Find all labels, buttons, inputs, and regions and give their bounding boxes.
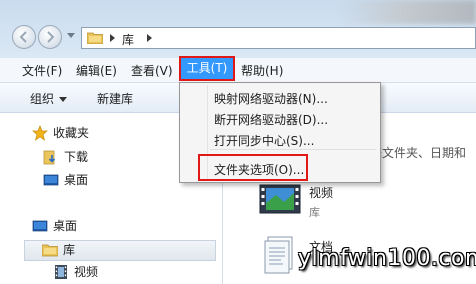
film-strip-icon (55, 265, 67, 279)
menu-item-open-sync-center[interactable]: 打开同步中心(S)... (214, 132, 314, 149)
menu-edit[interactable]: 编辑(E) (76, 62, 117, 79)
desktop-icon (43, 174, 59, 186)
menu-file[interactable]: 文件(F) (22, 62, 62, 79)
nav-libraries-label: 库 (63, 243, 76, 257)
back-button[interactable] (12, 25, 36, 49)
documents-library-icon[interactable] (262, 235, 298, 275)
downloads-folder-icon (43, 150, 56, 165)
recent-pages-dropdown[interactable] (67, 33, 75, 38)
menu-tools[interactable]: 工具(T) (179, 56, 235, 81)
breadcrumb-separator-icon[interactable] (110, 34, 115, 42)
forward-arrow-icon (47, 31, 55, 43)
breadcrumb-expand-icon[interactable] (147, 34, 152, 42)
nav-favorites-label: 收藏夹 (53, 126, 90, 140)
library-folder-icon (87, 32, 103, 44)
nav-videos-label: 视频 (74, 265, 99, 279)
menu-bar: 文件(F) 编辑(E) 查看(V) 帮助(H) (0, 58, 476, 83)
video-library-name[interactable]: 视频 (309, 184, 333, 201)
nav-downloads-label: 下载 (64, 150, 89, 164)
video-library-icon[interactable] (258, 181, 302, 217)
desktop-icon (32, 220, 48, 232)
nav-desktop-favorite-label: 桌面 (64, 173, 89, 187)
watermark-text: ylmfwin100.com (298, 246, 476, 271)
breadcrumb-library[interactable]: 库 (122, 31, 134, 48)
video-library-type: 库 (309, 206, 320, 219)
forward-button[interactable] (38, 25, 62, 49)
folder-options-highlight-box (198, 154, 308, 181)
blurred-title-area (336, 0, 476, 24)
menu-item-disconnect-network-drive[interactable]: 断开网络驱动器(D)... (214, 111, 328, 128)
caret-down-icon (59, 97, 68, 102)
title-bar: 库 (0, 0, 476, 58)
menu-item-map-network-drive[interactable]: 映射网络驱动器(N)... (214, 90, 328, 107)
new-library-button[interactable]: 新建库 (97, 90, 133, 107)
organize-button[interactable]: 组织 (30, 90, 68, 107)
back-arrow-icon (19, 31, 27, 43)
nav-desktop-label: 桌面 (53, 219, 78, 233)
star-icon (32, 125, 48, 141)
library-folder-icon (42, 244, 58, 257)
menu-separator (210, 149, 376, 150)
menu-help[interactable]: 帮助(H) (241, 62, 283, 79)
menu-view[interactable]: 查看(V) (131, 62, 173, 79)
address-bar[interactable]: 库 (81, 27, 476, 49)
arrange-hint-text: 据文件夹、日期和 (370, 146, 467, 160)
organize-label: 组织 (30, 92, 55, 106)
